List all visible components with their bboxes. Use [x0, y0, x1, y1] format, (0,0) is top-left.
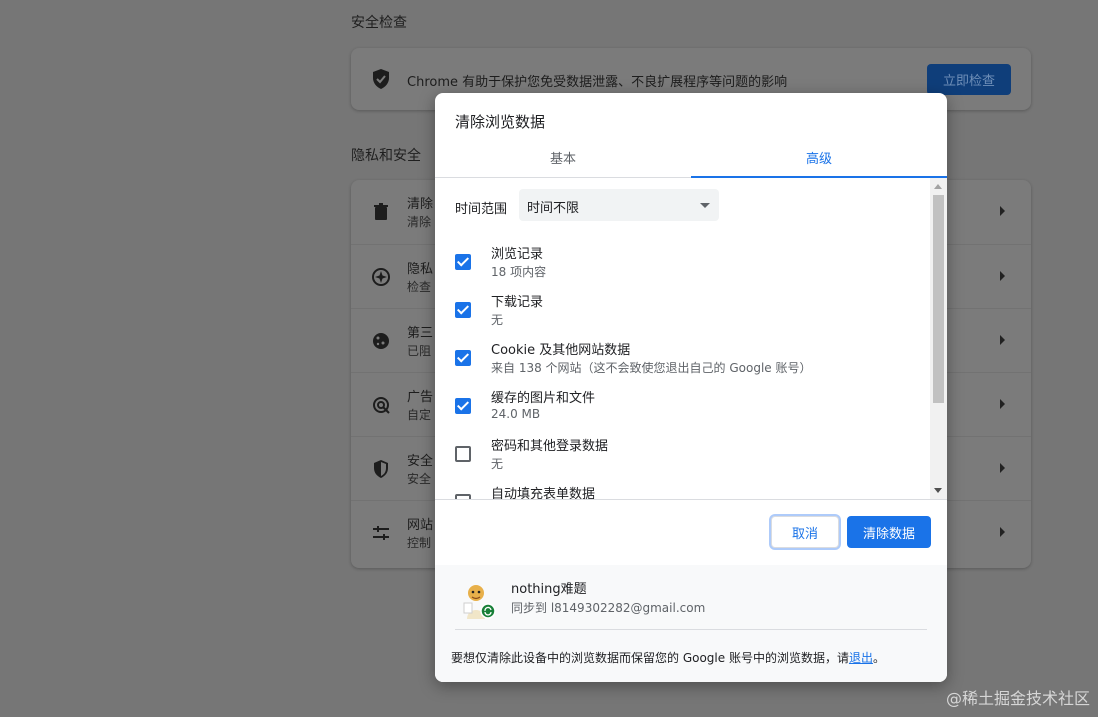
row-subtitle: 已阻 — [407, 344, 432, 358]
time-range-select[interactable]: 时间不限 — [519, 189, 719, 221]
footnote-text: 要想仅清除此设备中的浏览数据而保留您的 Google 账号中的浏览数据，请 — [451, 651, 849, 665]
scroll-down-icon[interactable] — [934, 488, 942, 493]
option-download-history[interactable]: 下载记录 无 — [435, 291, 930, 339]
option-label: 密码和其他登录数据 — [491, 439, 609, 454]
row-title: 清除 — [407, 197, 434, 212]
chevron-right-icon — [1000, 271, 1005, 281]
option-cached-images[interactable]: 缓存的图片和文件 24.0 MB — [435, 387, 930, 435]
check-now-button[interactable]: 立即检查 — [927, 64, 1011, 95]
clear-browsing-data-dialog: 清除浏览数据 基本 高级 时间范围 时间不限 浏览记录 18 项内容 下载记录 … — [435, 93, 947, 682]
chevron-right-icon — [1000, 527, 1005, 537]
checkbox-cookies[interactable] — [455, 350, 471, 366]
time-range-label: 时间范围 — [455, 202, 508, 217]
option-cookies[interactable]: Cookie 及其他网站数据 来自 138 个网站（这不会致使您退出自己的 Go… — [435, 339, 930, 387]
option-autofill[interactable]: 自动填充表单数据 — [435, 483, 930, 500]
shield-icon — [373, 69, 389, 89]
row-subtitle: 清除 — [407, 215, 432, 229]
sign-out-link[interactable]: 退出 — [849, 651, 873, 665]
option-subtitle: 18 项内容 — [491, 265, 547, 279]
option-subtitle: 24.0 MB — [491, 407, 541, 421]
option-label: 浏览记录 — [491, 247, 544, 262]
option-label: 下载记录 — [491, 295, 544, 310]
dialog-title: 清除浏览数据 — [455, 113, 546, 131]
clear-data-button[interactable]: 清除数据 — [847, 516, 931, 548]
compass-icon — [372, 268, 390, 286]
scroll-up-icon[interactable] — [934, 184, 942, 189]
row-subtitle: 安全 — [407, 472, 432, 486]
shield-icon — [374, 460, 388, 478]
checkbox-autofill[interactable] — [455, 494, 471, 499]
row-title: 网站 — [407, 518, 434, 533]
privacy-security-title: 隐私和安全 — [351, 148, 421, 164]
cancel-button[interactable]: 取消 — [771, 516, 839, 548]
avatar — [463, 585, 496, 619]
checkbox-browsing-history[interactable] — [455, 254, 471, 270]
content-scrollbar[interactable] — [930, 178, 947, 499]
chevron-right-icon — [1000, 206, 1005, 216]
account-name: nothing难题 — [511, 582, 587, 597]
footnote-suffix: 。 — [872, 651, 885, 665]
option-subtitle: 无 — [491, 457, 504, 471]
checkbox-cached-images[interactable] — [455, 398, 471, 414]
sign-out-footnote: 要想仅清除此设备中的浏览数据而保留您的 Google 账号中的浏览数据，请退出。 — [451, 649, 885, 666]
dropdown-arrow-icon — [700, 203, 710, 208]
option-label: 缓存的图片和文件 — [491, 391, 596, 406]
advanced-tab-content: 时间范围 时间不限 浏览记录 18 项内容 下载记录 无 Cookie 及其他网… — [435, 178, 947, 500]
chevron-right-icon — [1000, 399, 1005, 409]
sync-badge-icon — [480, 603, 496, 619]
option-passwords[interactable]: 密码和其他登录数据 无 — [435, 435, 930, 483]
row-title: 隐私 — [407, 262, 434, 277]
row-subtitle: 检查 — [407, 280, 432, 294]
tab-advanced[interactable]: 高级 — [691, 137, 947, 178]
option-browsing-history[interactable]: 浏览记录 18 项内容 — [435, 243, 930, 291]
dialog-tabs: 基本 高级 — [435, 137, 947, 178]
cookie-icon — [373, 333, 389, 349]
chevron-right-icon — [1000, 335, 1005, 345]
safety-check-title: 安全检查 — [351, 15, 407, 31]
row-subtitle: 控制 — [407, 536, 432, 550]
account-section: nothing难题 同步到 l8149302282@gmail.com 要想仅清… — [435, 565, 947, 682]
checkbox-passwords[interactable] — [455, 446, 471, 462]
tune-icon — [373, 526, 389, 540]
row-title: 安全 — [407, 454, 434, 469]
account-sync-email: 同步到 l8149302282@gmail.com — [511, 601, 706, 615]
option-subtitle: 无 — [491, 313, 504, 327]
time-range-value: 时间不限 — [527, 201, 580, 216]
option-label: 自动填充表单数据 — [491, 487, 596, 500]
safety-check-description: Chrome 有助于保护您免受数据泄露、不良扩展程序等问题的影响 — [407, 75, 788, 90]
watermark: @稀土掘金技术社区 — [945, 689, 1090, 708]
chevron-right-icon — [1000, 463, 1005, 473]
option-subtitle: 来自 138 个网站（这不会致使您退出自己的 Google 账号） — [491, 361, 812, 375]
tab-basic[interactable]: 基本 — [435, 137, 691, 177]
trash-icon — [374, 203, 388, 220]
ads-icon — [373, 397, 390, 414]
row-title: 广告 — [407, 390, 434, 405]
row-subtitle: 自定 — [407, 408, 432, 422]
row-title: 第三 — [407, 326, 434, 341]
option-label: Cookie 及其他网站数据 — [491, 343, 631, 358]
scrollbar-thumb[interactable] — [933, 195, 944, 403]
divider — [455, 629, 927, 630]
checkbox-download-history[interactable] — [455, 302, 471, 318]
